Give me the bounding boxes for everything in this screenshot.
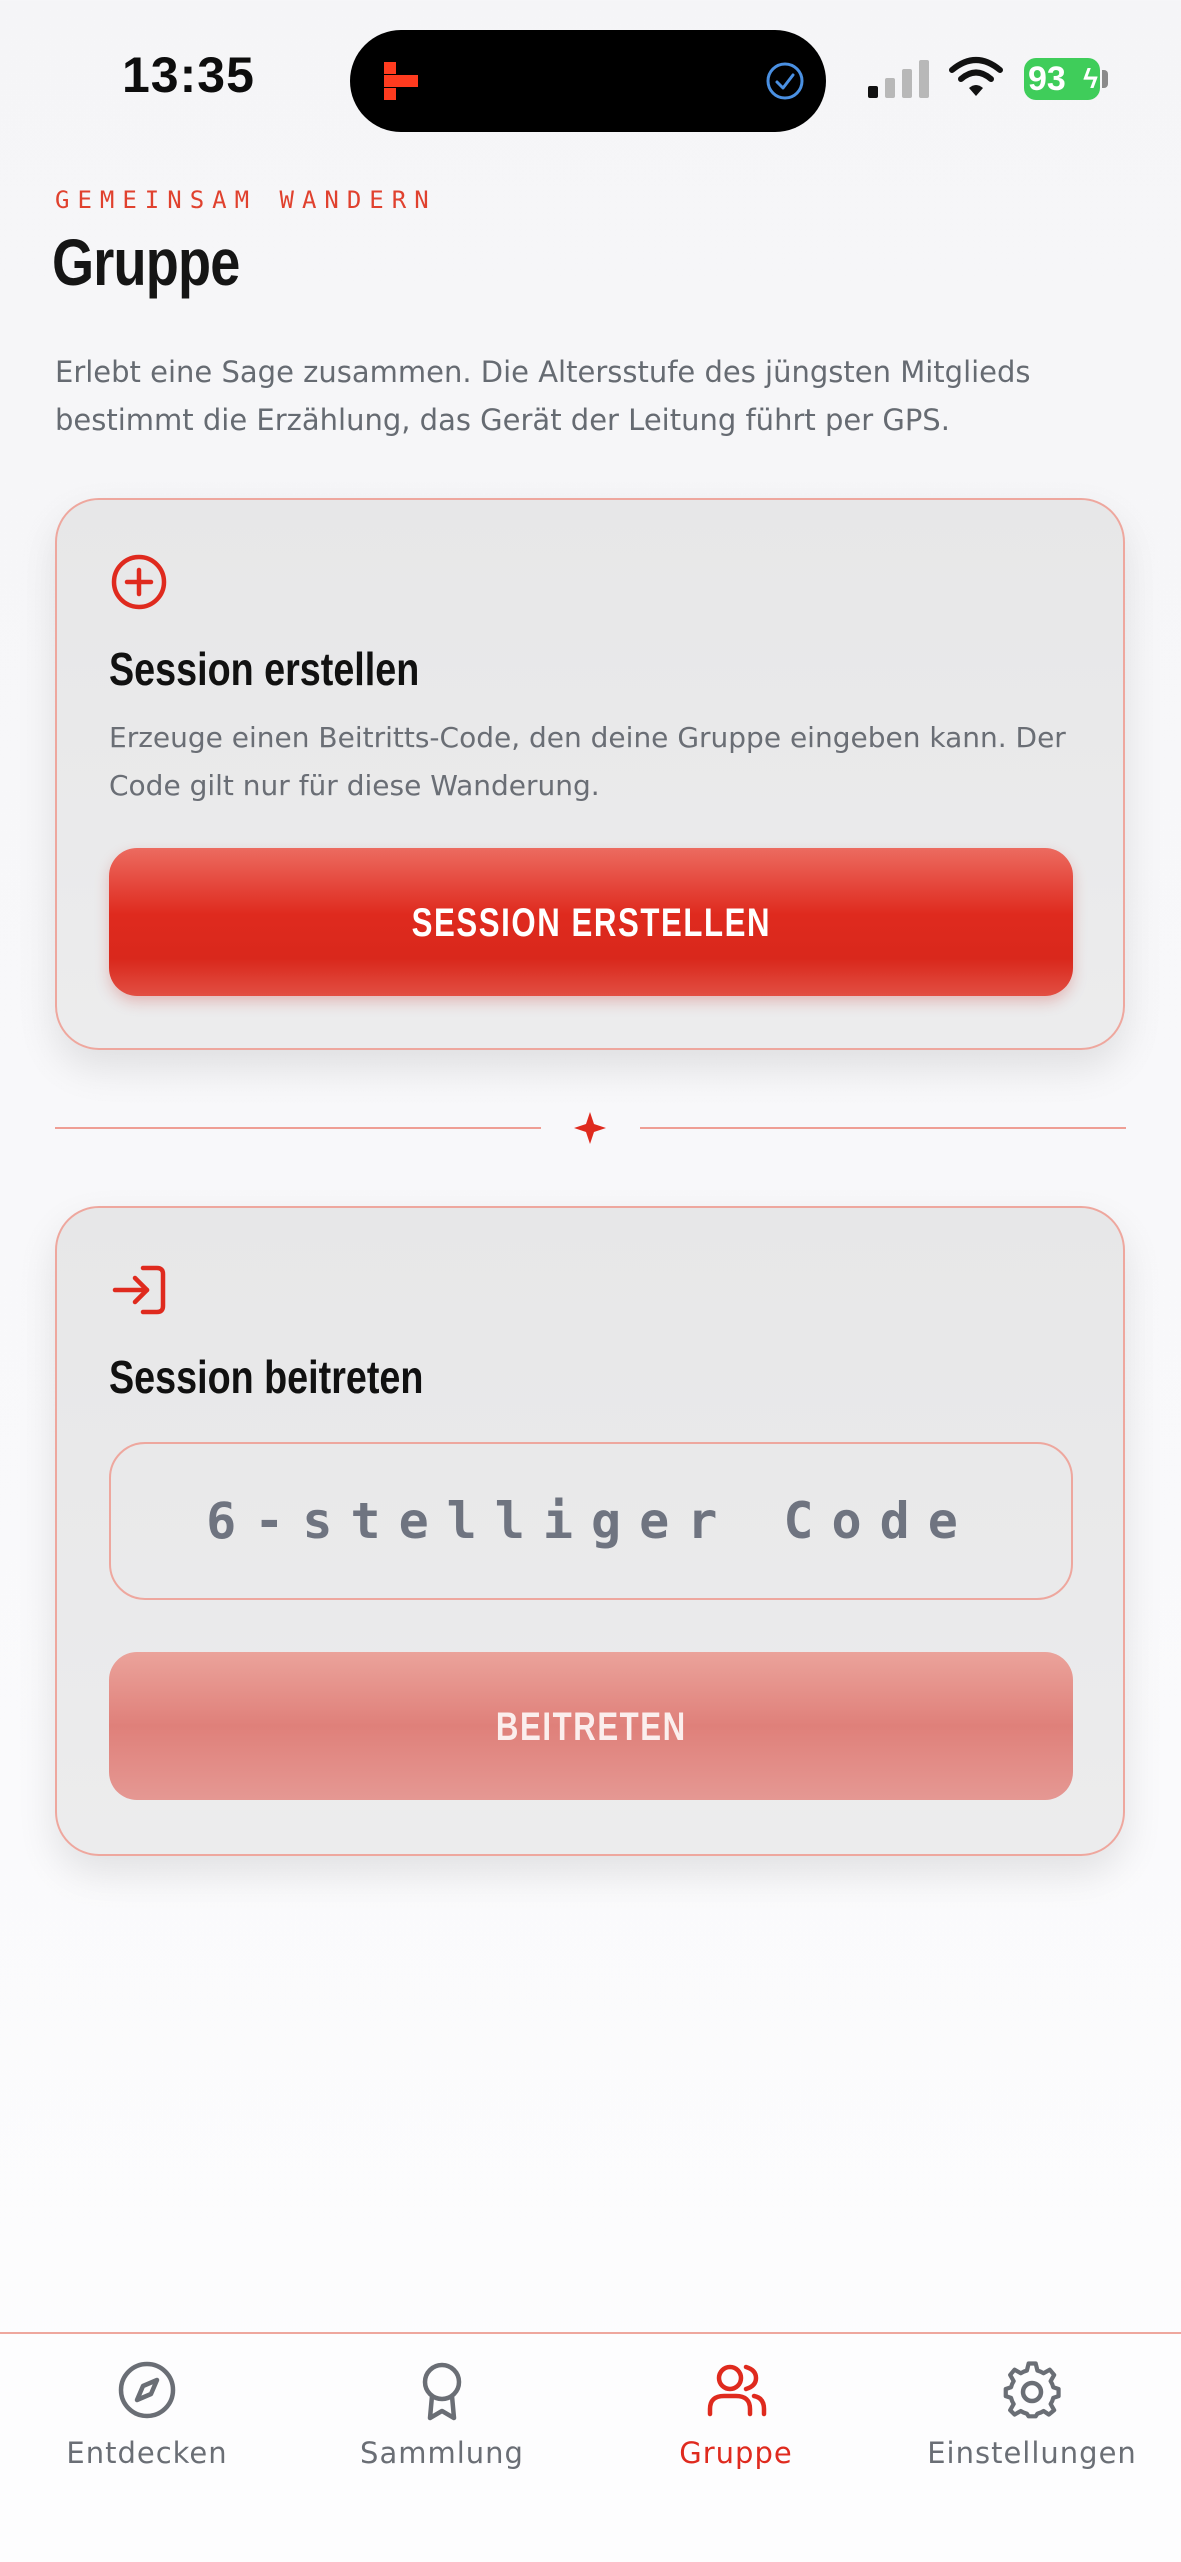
cellular-signal-icon xyxy=(868,60,929,98)
battery-cap xyxy=(1102,70,1108,88)
login-arrow-icon xyxy=(112,1265,166,1315)
tab-sammlung-label: Sammlung xyxy=(360,2436,524,2470)
sparkle-icon xyxy=(574,1112,606,1144)
page-eyebrow: GEMEINSAM WANDERN xyxy=(55,186,437,214)
join-session-button-label: BEITRETEN xyxy=(495,1705,687,1749)
divider-line-right xyxy=(640,1127,1126,1129)
tab-sammlung[interactable]: Sammlung xyxy=(312,2358,572,2470)
check-circle-icon xyxy=(766,62,804,100)
create-session-button[interactable]: SESSION ERSTELLEN xyxy=(109,848,1073,996)
tab-einstellungen[interactable]: Einstellungen xyxy=(902,2358,1162,2470)
status-time: 13:35 xyxy=(122,47,255,103)
join-code-input[interactable]: 6-stelliger Code xyxy=(109,1442,1073,1600)
join-session-button[interactable]: BEITRETEN xyxy=(109,1652,1073,1800)
page-title: Gruppe xyxy=(52,225,240,299)
create-session-button-label: SESSION ERSTELLEN xyxy=(411,901,771,945)
divider-line-left xyxy=(55,1127,541,1129)
tab-bar: Entdecken Sammlung Gruppe Einstellungen xyxy=(0,2332,1181,2562)
gear-icon xyxy=(1003,2361,1061,2419)
page-intro: Erlebt eine Sage zusammen. Die Altersstu… xyxy=(55,355,1031,437)
tab-gruppe[interactable]: Gruppe xyxy=(606,2358,866,2470)
plus-circle-icon xyxy=(111,554,167,610)
create-session-title: Session erstellen xyxy=(109,643,420,695)
battery-level: 93 xyxy=(1028,60,1066,98)
status-bar: 13:35 93 ϟ xyxy=(0,0,1181,160)
battery-indicator: 93 ϟ xyxy=(1024,58,1100,100)
users-icon xyxy=(707,2364,767,2417)
tab-entdecken[interactable]: Entdecken xyxy=(17,2358,277,2470)
tab-entdecken-label: Entdecken xyxy=(66,2436,228,2470)
tab-gruppe-label: Gruppe xyxy=(679,2436,793,2470)
create-session-card: Session erstellen Erzeuge einen Beitritt… xyxy=(55,498,1125,1050)
app-logo-icon xyxy=(384,62,418,100)
tab-einstellungen-label: Einstellungen xyxy=(927,2436,1137,2470)
create-session-description: Erzeuge einen Beitritts-Code, den deine … xyxy=(109,721,1066,802)
compass-icon xyxy=(118,2361,176,2419)
join-session-title: Session beitreten xyxy=(109,1351,424,1403)
dynamic-island xyxy=(350,30,826,132)
join-session-card: Session beitreten 6-stelliger Code BEITR… xyxy=(55,1206,1125,1856)
award-icon xyxy=(422,2362,462,2421)
wifi-icon xyxy=(949,57,1003,96)
charging-bolt-icon: ϟ xyxy=(1083,63,1098,94)
